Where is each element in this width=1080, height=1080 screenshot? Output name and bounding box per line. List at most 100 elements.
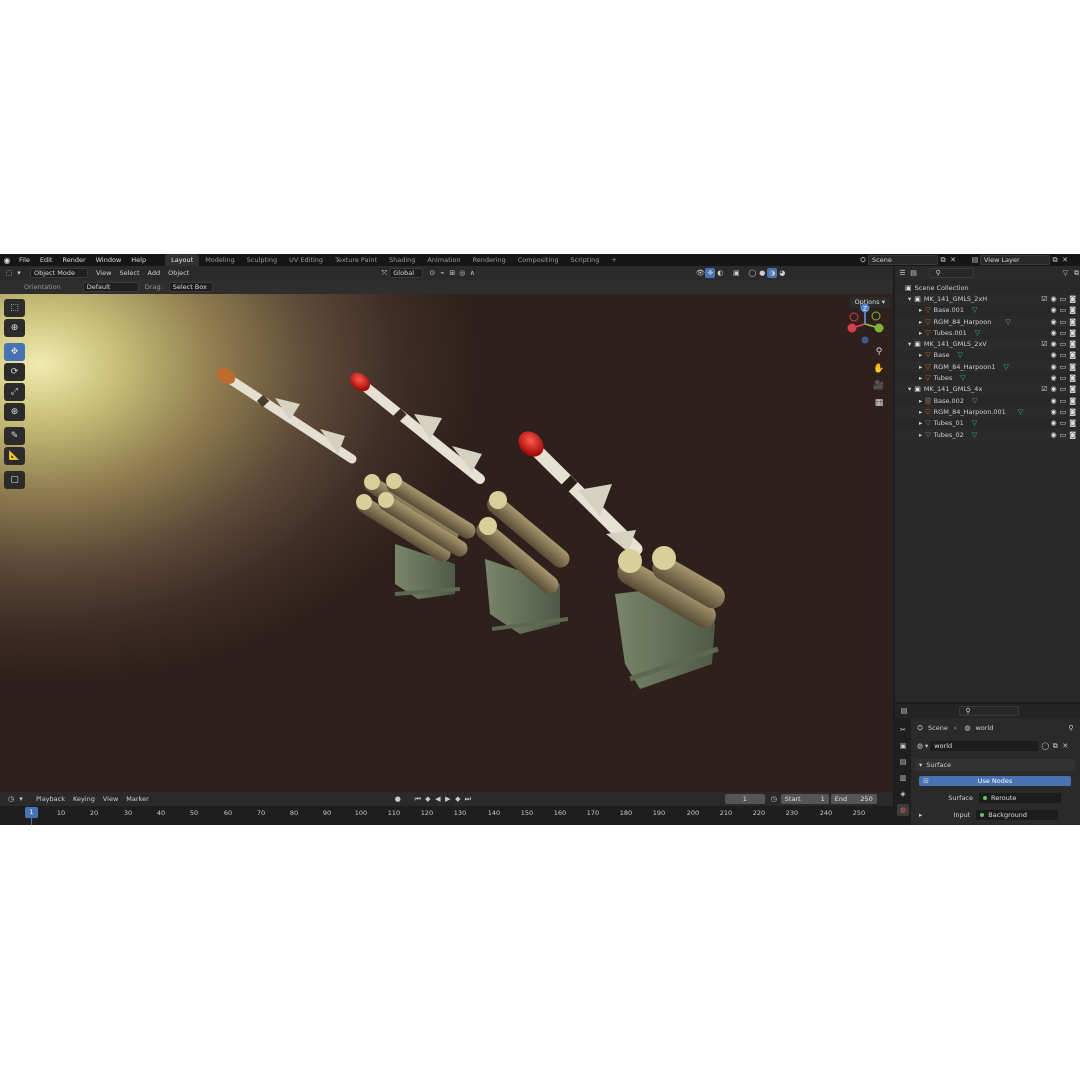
monitor-icon[interactable]: ▭: [1060, 363, 1067, 371]
properties-search-input[interactable]: ⚲: [959, 706, 1019, 716]
tab-texture-paint[interactable]: Texture Paint: [329, 254, 383, 266]
outliner-row[interactable]: ▸ ▽ Tubes.001 ▽ ◉ ▭ ◙: [895, 327, 1080, 338]
transform-tool-icon[interactable]: ⊛: [4, 403, 25, 421]
prev-keyframe-icon[interactable]: ◆: [423, 794, 433, 804]
shading-material-icon[interactable]: ◑: [767, 268, 778, 278]
move-tool-icon[interactable]: ✥: [4, 343, 25, 361]
jump-start-icon[interactable]: ⏮: [413, 794, 423, 804]
shading-rendered-icon[interactable]: ◕: [777, 268, 787, 278]
menu-view[interactable]: View: [92, 269, 115, 277]
surface-node-field[interactable]: Reroute: [979, 793, 1061, 803]
world-name-field[interactable]: world: [930, 741, 1039, 751]
mesh-data-icon[interactable]: ▽: [957, 351, 962, 359]
duplicate-icon[interactable]: ⧉: [1050, 741, 1060, 751]
menu-render[interactable]: Render: [57, 256, 90, 264]
camera-icon[interactable]: ◙: [1069, 408, 1076, 416]
tab-layout[interactable]: Layout: [165, 254, 200, 266]
monitor-icon[interactable]: ▭: [1060, 374, 1067, 382]
launcher-2[interactable]: [472, 491, 573, 634]
measure-tool-icon[interactable]: 📐: [4, 447, 25, 465]
expand-icon[interactable]: ▸: [919, 419, 922, 427]
add-workspace-button[interactable]: +: [605, 254, 622, 266]
scene-field[interactable]: Scene: [868, 255, 938, 265]
eye-icon[interactable]: ◉: [1050, 374, 1056, 382]
playhead[interactable]: 1: [25, 807, 38, 818]
expand-icon[interactable]: ▸: [919, 811, 922, 819]
proportional-edit-icon[interactable]: ◎: [457, 268, 467, 278]
camera-icon[interactable]: ◙: [1069, 306, 1076, 314]
outliner-editor-icon[interactable]: ☰: [899, 268, 906, 278]
expand-icon[interactable]: ▸: [919, 431, 922, 439]
camera-icon[interactable]: ◙: [1069, 340, 1076, 348]
timeline-editor-icon[interactable]: ◷: [6, 794, 16, 804]
perspective-grid-icon[interactable]: ▦: [872, 398, 886, 411]
outliner-row[interactable]: ▾ ▣ MK_141_GMLS_4x ☑ ◉ ▭ ◙: [895, 383, 1080, 395]
eye-icon[interactable]: ◉: [1050, 318, 1056, 326]
display-mode-icon[interactable]: ▤: [910, 268, 917, 278]
menu-edit[interactable]: Edit: [35, 256, 58, 264]
start-frame-field[interactable]: Start 1: [780, 794, 829, 804]
pin-icon[interactable]: ⚲: [1066, 723, 1076, 733]
camera-icon[interactable]: ◙: [1069, 397, 1076, 405]
eye-icon[interactable]: ◉: [1050, 340, 1056, 348]
mesh-data-icon[interactable]: ▽: [972, 306, 977, 314]
expand-icon[interactable]: ▾: [908, 295, 911, 303]
fake-user-icon[interactable]: ◯: [1040, 741, 1050, 751]
monitor-icon[interactable]: ▭: [1060, 408, 1067, 416]
mode-dropdown[interactable]: Object Mode: [30, 268, 88, 278]
eye-icon[interactable]: ◉: [1050, 329, 1056, 337]
outliner-row[interactable]: ▸ ▽ RGM_84_Harpoon.001 ▽ ◉ ▭ ◙: [895, 406, 1080, 418]
monitor-icon[interactable]: ▭: [1060, 318, 1067, 326]
outliner-row[interactable]: ▸ ▽ Tubes_02 ▽ ◉ ▭ ◙: [895, 428, 1080, 441]
menu-file[interactable]: File: [14, 256, 35, 264]
output-tab-icon[interactable]: ▤: [897, 756, 909, 768]
play-reverse-icon[interactable]: ◀: [433, 794, 443, 804]
shading-solid-icon[interactable]: ●: [757, 268, 767, 278]
camera-icon[interactable]: ◙: [1069, 329, 1076, 337]
scene-tab-icon[interactable]: ◈: [897, 788, 909, 800]
jump-end-icon[interactable]: ⏭: [463, 794, 473, 804]
expand-icon[interactable]: ▸: [919, 329, 922, 337]
copy-scene-icon[interactable]: ⧉: [938, 255, 948, 265]
expand-icon[interactable]: ▾: [908, 340, 911, 348]
drag-dropdown[interactable]: Select Box: [168, 282, 213, 292]
expand-icon[interactable]: ▸: [919, 306, 922, 314]
eye-icon[interactable]: ◉: [1050, 363, 1056, 371]
outliner-row[interactable]: ▸ ▽ Base.002 ▽ ◉ ▭ ◙: [895, 395, 1080, 406]
camera-icon[interactable]: ◙: [1069, 318, 1076, 326]
overlay-icon[interactable]: ◐: [715, 268, 725, 278]
monitor-icon[interactable]: ▭: [1060, 295, 1067, 303]
next-keyframe-icon[interactable]: ◆: [453, 794, 463, 804]
monitor-icon[interactable]: ▭: [1060, 306, 1067, 314]
filter-icon[interactable]: ▽: [1062, 268, 1069, 278]
eye-icon[interactable]: ◉: [1050, 385, 1056, 393]
monitor-icon[interactable]: ▭: [1060, 397, 1067, 405]
monitor-icon[interactable]: ▭: [1060, 385, 1067, 393]
visibility-icon[interactable]: 👁: [695, 268, 705, 278]
eye-icon[interactable]: ◉: [1050, 408, 1056, 416]
camera-icon[interactable]: ◙: [1069, 351, 1076, 359]
expand-icon[interactable]: ▾: [908, 385, 911, 393]
checkbox-icon[interactable]: ☑: [1041, 385, 1047, 393]
mesh-data-icon[interactable]: ▽: [1005, 318, 1010, 326]
tab-sculpting[interactable]: Sculpting: [241, 254, 283, 266]
eye-icon[interactable]: ◉: [1050, 306, 1056, 314]
snap-target-icon[interactable]: ⊞: [447, 268, 457, 278]
outliner-row[interactable]: ▾ ▣ MK_141_GMLS_2xV ☑ ◉ ▭ ◙: [895, 338, 1080, 350]
annotate-tool-icon[interactable]: ✎: [4, 427, 25, 445]
tab-animation[interactable]: Animation: [421, 254, 466, 266]
play-icon[interactable]: ▶: [443, 794, 453, 804]
transform-orientation-dropdown[interactable]: Global: [389, 268, 424, 278]
menu-window[interactable]: Window: [91, 256, 127, 264]
record-icon[interactable]: ●: [393, 794, 403, 804]
mesh-data-icon[interactable]: ▽: [1018, 408, 1023, 416]
view-layer-field[interactable]: View Layer: [980, 255, 1050, 265]
input-node-field[interactable]: Background: [976, 810, 1059, 820]
tab-scripting[interactable]: Scripting: [565, 254, 606, 266]
camera-icon[interactable]: ◙: [1069, 419, 1076, 427]
camera-icon[interactable]: ◙: [1069, 374, 1076, 382]
eye-icon[interactable]: ◉: [1050, 397, 1056, 405]
mesh-data-icon[interactable]: ▽: [972, 431, 977, 439]
cursor-tool-icon[interactable]: ⊕: [4, 319, 25, 337]
add-cube-tool-icon[interactable]: ▢: [4, 471, 25, 489]
